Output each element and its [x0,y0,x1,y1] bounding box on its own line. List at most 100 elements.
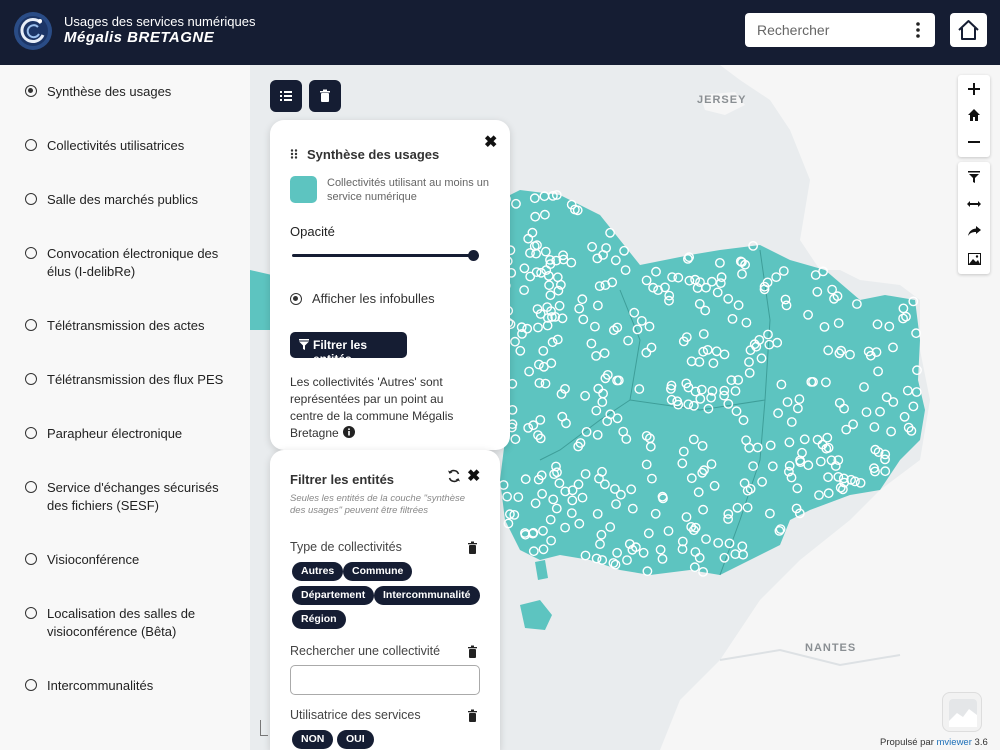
home-icon [958,20,979,40]
chip-intercommunalite[interactable]: Intercommunalité [374,586,480,605]
more-options-icon[interactable] [913,21,923,39]
filter-title: Filtrer les entités [290,472,395,487]
filter-button-label: Filtrer les entités [313,338,368,366]
home-button[interactable] [950,13,987,47]
opacity-slider[interactable] [290,250,480,262]
trash-icon[interactable] [467,541,478,554]
radio-icon [25,193,37,205]
tooltip-label: Afficher les infobulles [312,291,435,306]
radio-icon [25,553,37,565]
layer-item-label: Télétransmission des flux PES [47,372,224,387]
app-subtitle: Mégalis BRETAGNE [64,29,215,46]
search-box [745,13,935,47]
top-header: Usages des services numériques Mégalis B… [0,0,1000,65]
close-icon[interactable]: ✖ [484,132,497,152]
layer-item-label: Localisation des salles de visioconféren… [47,606,196,639]
basemap-switcher[interactable] [942,692,982,732]
region-fragment-west [250,270,272,330]
legend-swatch [290,176,317,203]
chip-oui[interactable]: OUI [337,730,374,749]
radio-icon [25,679,37,691]
radio-icon [25,247,37,259]
megalis-logo [14,12,52,50]
filter-subtitle: Seules les entités de la couche "synthès… [290,493,466,516]
trash-icon[interactable] [467,645,478,658]
legend-label: Collectivités utilisant au moins un serv… [327,177,490,203]
layer-list-button[interactable] [270,80,302,112]
island-belle-ile [520,600,552,630]
layer-item-label: Visioconférence [47,552,140,567]
attribution: Propulsé par mviewer 3.6 [880,737,988,748]
legend-note: Les collectivités 'Autres' sont représen… [290,374,470,442]
mviewer-link[interactable]: mviewer [937,737,972,748]
tooltip-toggle[interactable] [290,293,302,305]
layer-item-label: Salle des marchés publics [47,192,199,207]
close-icon[interactable]: ✖ [467,466,480,486]
zoom-out-button[interactable] [958,129,990,155]
attribution-prefix: Propulsé par [880,737,934,748]
app-title: Usages des services numériques [64,14,256,29]
chip-autres[interactable]: Autres [292,562,344,581]
zoom-controls [958,75,990,157]
slider-track [292,254,474,257]
label-jersey: JERSEY [697,94,747,106]
home-extent-button[interactable] [958,102,990,128]
layer-item-label: Intercommunalités [47,678,154,693]
map-tools [958,162,990,274]
trash-icon[interactable] [467,709,478,722]
radio-icon [25,139,37,151]
chip-region[interactable]: Région [292,610,346,629]
layer-item-label: Parapheur électronique [47,426,183,441]
list-icon [280,91,292,101]
radio-icon [25,427,37,439]
filter-tool-button[interactable] [958,164,990,190]
layer-item-label: Télétransmission des actes [47,318,205,333]
type-label: Type de collectivités [290,540,402,554]
info-icon[interactable] [342,426,355,438]
radio-icon [25,607,37,619]
filter-icon [299,339,309,350]
chip-departement[interactable]: Département [292,586,375,605]
layer-sidebar: Synthèse des usages Collectivités utilis… [0,65,250,750]
legend-panel: Synthèse des usages ✖ Collectivités util… [270,120,510,450]
attribution-version: 3.6 [974,737,988,748]
clear-button[interactable] [309,80,341,112]
legend-title: Synthèse des usages [307,147,440,162]
basemap-thumbnail-icon [949,699,977,727]
chip-commune[interactable]: Commune [343,562,413,581]
layer-item-label: Service d'échanges sécurisés des fichier… [47,480,219,513]
trash-icon [320,89,330,102]
measure-tool-button[interactable] [958,191,990,217]
scale-bar [260,720,268,736]
radio-icon [25,481,37,493]
refresh-icon[interactable] [447,469,461,483]
zoom-in-button[interactable] [958,76,990,102]
layer-item-label: Convocation électronique des élus (I-del… [47,246,219,279]
radio-icon [25,373,37,385]
share-button[interactable] [958,218,990,244]
user-services-label: Utilisatrice des services [290,708,421,722]
chip-non[interactable]: NON [292,730,334,749]
opacity-label: Opacité [290,224,335,239]
filter-icon [968,171,980,183]
slider-thumb[interactable] [468,250,479,261]
drag-handle-icon[interactable] [290,149,298,159]
plus-icon [968,83,980,95]
filter-panel: Filtrer les entités ✖ Seules les entités… [270,450,500,750]
export-image-button[interactable] [958,246,990,272]
image-icon [967,253,981,265]
filter-entities-button[interactable]: Filtrer les entités [290,332,407,366]
collectivity-search-input[interactable] [290,665,480,695]
search-collectivity-label: Rechercher une collectivité [290,644,441,658]
minus-icon [968,141,980,143]
island-small [535,560,548,580]
label-nantes: NANTES [805,642,857,654]
radio-selected-icon [25,85,37,97]
radio-icon [25,319,37,331]
share-icon [967,226,981,236]
search-input[interactable] [745,13,905,47]
layer-item-label: Synthèse des usages [47,84,172,99]
arrows-horizontal-icon [967,201,981,207]
layer-item-label: Collectivités utilisatrices [47,138,185,153]
note-text: Les collectivités 'Autres' sont représen… [290,375,454,440]
